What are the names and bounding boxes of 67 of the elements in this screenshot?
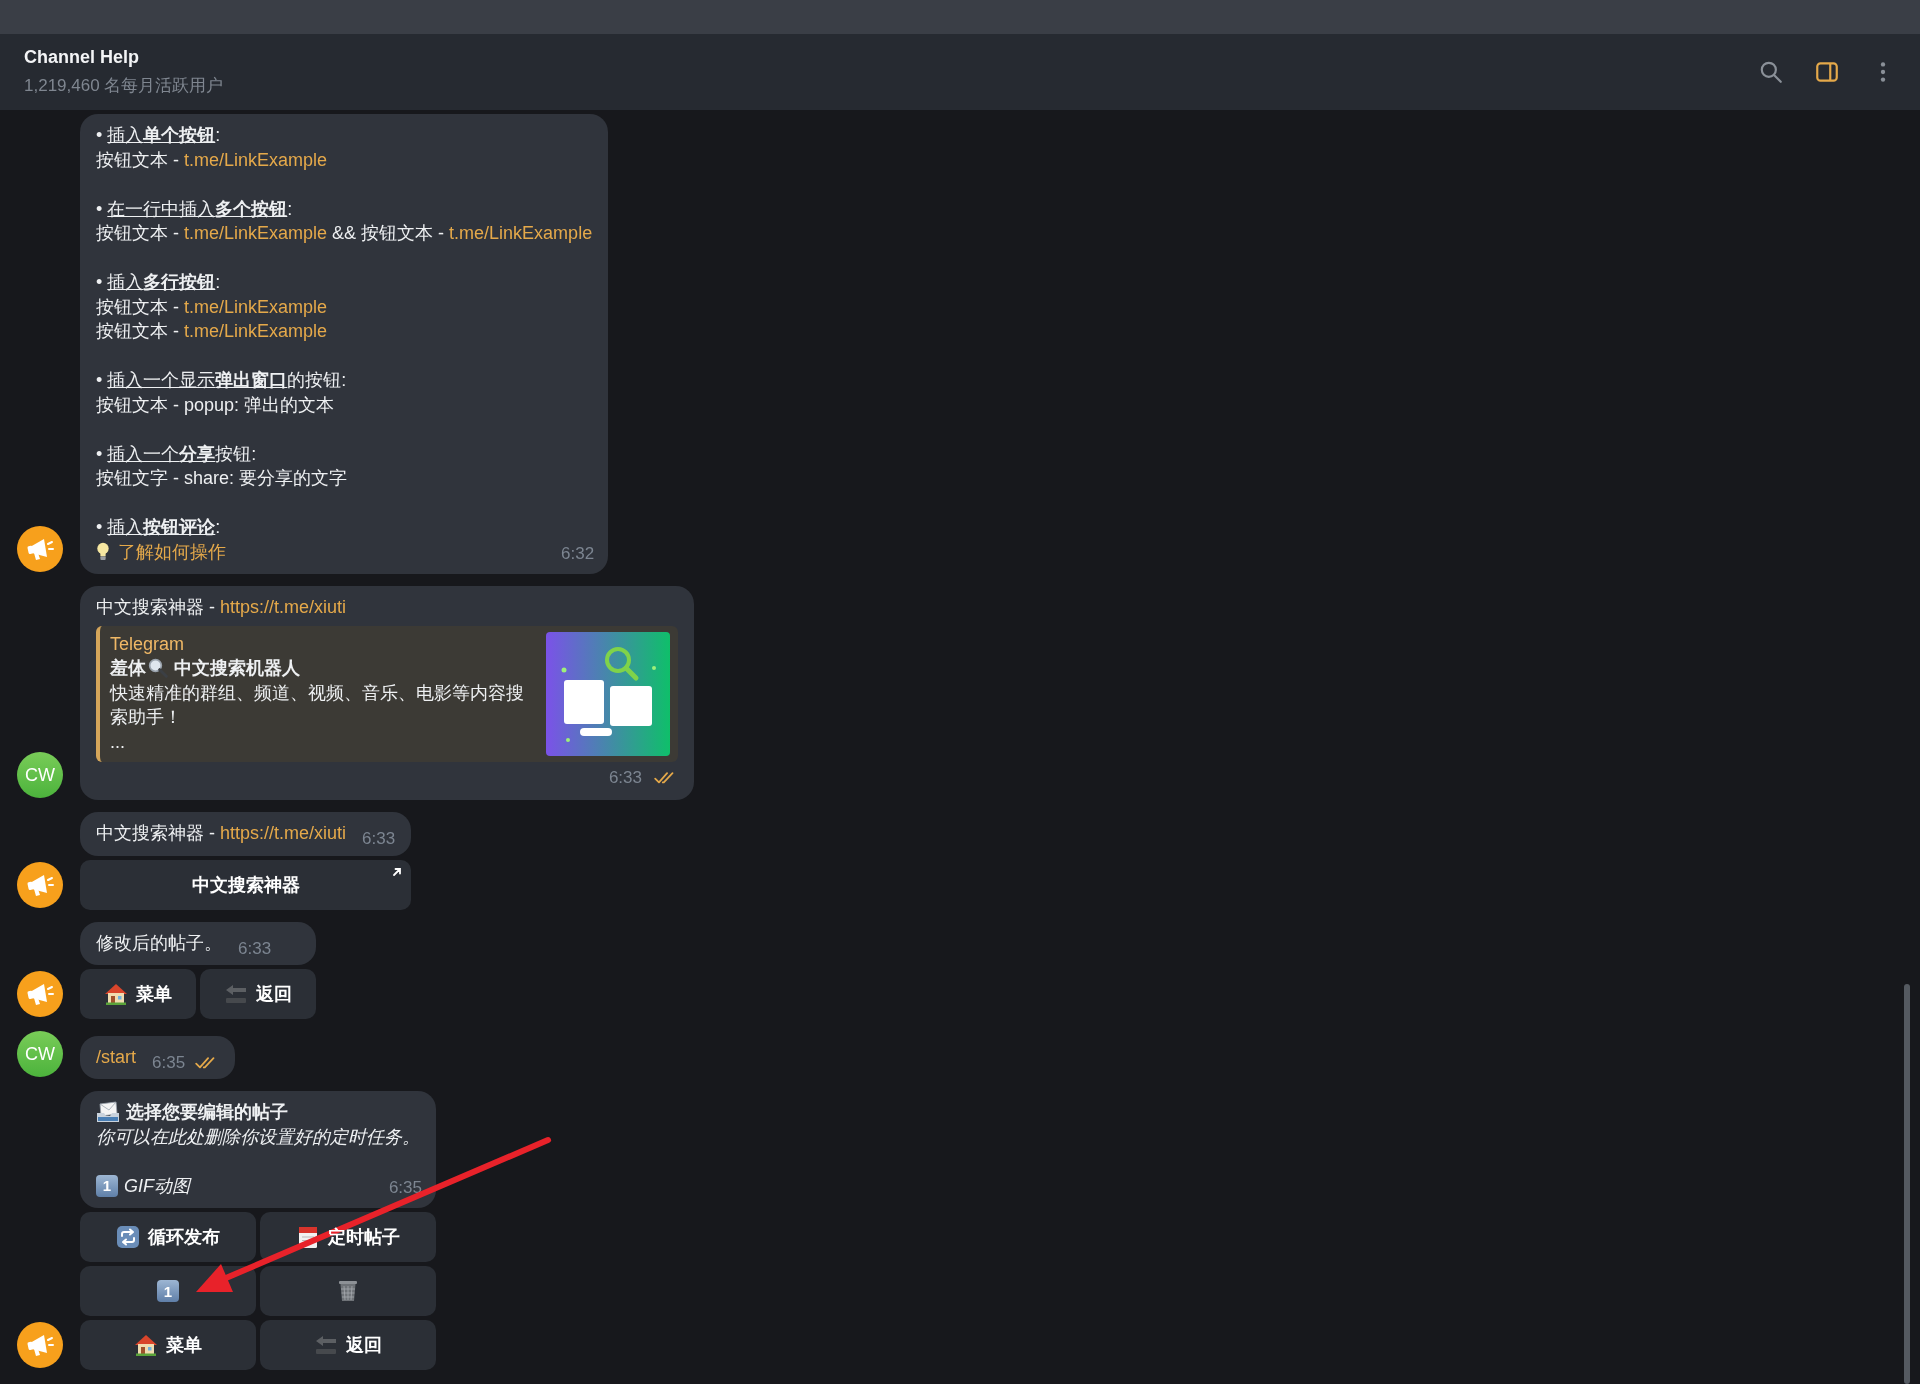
channel-avatar[interactable]: [17, 1322, 63, 1368]
external-link-icon: [391, 865, 404, 878]
message-time: 6:35: [388, 1176, 422, 1199]
menu-note: 你可以在此处删除你设置好的定时任务。: [96, 1125, 420, 1149]
trash-icon: [336, 1279, 360, 1303]
section-heading: • 插入按钮评论:: [96, 516, 222, 539]
channel-title: Channel Help: [24, 47, 140, 68]
keyboard-button[interactable]: 1: [80, 1266, 256, 1316]
keyboard-button[interactable]: 返回: [260, 1320, 436, 1370]
channel-avatar[interactable]: [17, 971, 63, 1017]
keyboard-button[interactable]: 循环发布: [80, 1212, 256, 1262]
message-text: 修改后的帖子。: [96, 931, 222, 955]
search-icon[interactable]: [1758, 59, 1784, 85]
section-heading: • 插入一个显示弹出窗口的按钮:: [96, 369, 348, 392]
message-text: 按钮文本 - t.me/LinkExample: [96, 320, 329, 343]
envelope-tray-icon: [96, 1100, 120, 1125]
member-count: 1,219,460 名每月活跃用户: [24, 75, 224, 97]
keyboard-button[interactable]: [260, 1266, 436, 1316]
link[interactable]: t.me/LinkExample: [184, 296, 328, 317]
keycap-badge: 1: [96, 1174, 118, 1197]
message-text: 中文搜索神器 - https://t.me/xiuti: [96, 822, 347, 845]
message-time: 6:33: [238, 937, 272, 960]
message-text: 按钮文本 - popup: 弹出的文本: [96, 393, 336, 417]
message-text: 按钮文本 - t.me/LinkExample: [96, 295, 329, 319]
section-heading: • 插入单个按钮:: [96, 124, 222, 147]
message-text: 按钮文本 - t.me/LinkExample && 按钮文本 - t.me/LinkExample: [96, 222, 593, 245]
message-time: 6:33: [362, 828, 396, 850]
keyboard-button[interactable]: 中文搜索神器: [80, 859, 412, 910]
message-text: 按钮文本 - t.me/LinkExample: [96, 148, 329, 172]
house-icon: [104, 982, 128, 1006]
sidebar-toggle-icon[interactable]: [1814, 59, 1840, 85]
message-time: 6:33: [608, 766, 642, 789]
preview-description: 快速精准的群组、频道、视频、音乐、电影等内容搜索助手！: [110, 681, 525, 729]
keyboard-button[interactable]: 定时帖子: [260, 1212, 436, 1262]
preview-site: Telegram: [110, 632, 186, 656]
preview-title: 羞体: [110, 657, 146, 680]
menu-title: 选择您要编辑的帖子: [126, 1101, 288, 1124]
link-preview[interactable]: Telegram 羞体 中文搜索机器人 快速精准的群组、频道、视频、音乐、电影等内容搜索助手！ ...: [96, 625, 678, 762]
message-text: 按钮文字 - share: 要分享的文字: [96, 467, 349, 490]
house-icon: [134, 1333, 158, 1357]
channel-avatar[interactable]: [17, 861, 63, 908]
link[interactable]: t.me/LinkExample: [184, 223, 328, 243]
command-link[interactable]: /start: [96, 1046, 136, 1067]
back-arrow-icon: [314, 1333, 338, 1357]
section-heading: • 插入一个分享按钮:: [96, 442, 258, 466]
section-heading: • 在一行中插入多个按钮:: [96, 197, 294, 221]
keyboard-button[interactable]: 菜单: [80, 969, 196, 1019]
keyboard-button[interactable]: 菜单: [80, 1320, 256, 1370]
scrollbar[interactable]: [1904, 984, 1910, 1384]
repeat-icon: [116, 1225, 140, 1249]
preview-ellipsis: ...: [110, 730, 126, 754]
link[interactable]: https://t.me/xiuti: [220, 823, 347, 843]
message-text: 中文搜索神器 - https://t.me/xiuti: [96, 596, 348, 619]
preview-title: 中文搜索机器人: [174, 657, 300, 680]
message-time: 6:32: [561, 542, 595, 565]
message-time: 6:35: [152, 1051, 186, 1074]
keyboard-button[interactable]: 返回: [200, 969, 316, 1019]
section-heading: • 插入多行按钮:: [96, 271, 222, 294]
link[interactable]: t.me/LinkExample: [449, 223, 593, 243]
lightbulb-icon: [96, 540, 110, 563]
back-arrow-icon: [224, 982, 248, 1006]
link[interactable]: https://t.me/xiuti: [220, 597, 347, 617]
magnifier-icon: [148, 658, 168, 679]
channel-avatar[interactable]: [17, 526, 63, 572]
link[interactable]: t.me/LinkExample: [184, 321, 328, 341]
link[interactable]: 了解如何操作: [118, 539, 226, 564]
link[interactable]: t.me/LinkExample: [184, 149, 328, 170]
